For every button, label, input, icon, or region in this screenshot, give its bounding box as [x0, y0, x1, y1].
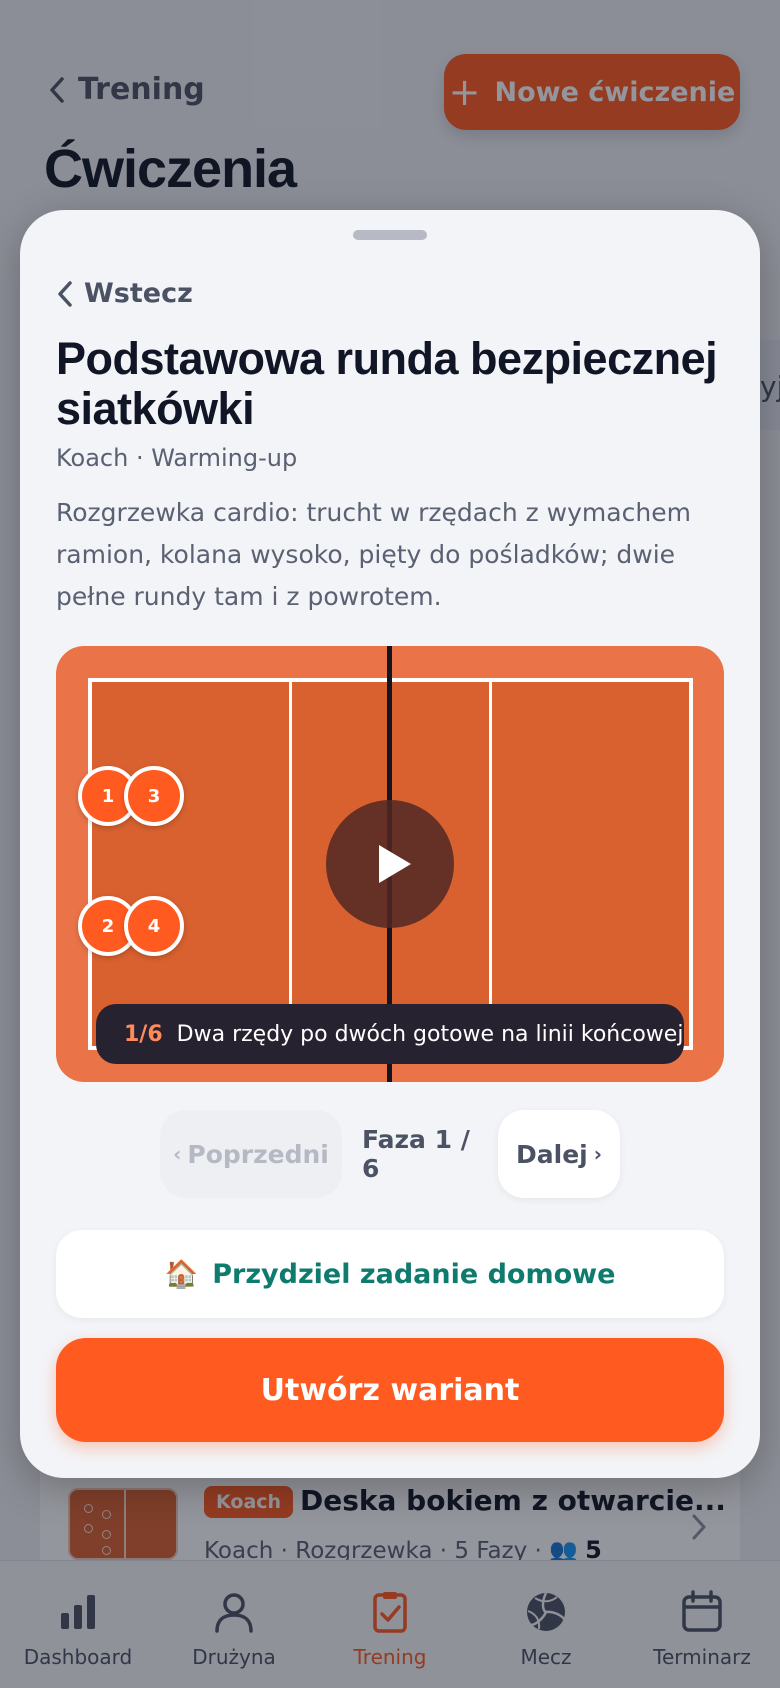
attack-line-right: [489, 682, 492, 1046]
back-label: Wstecz: [84, 278, 193, 309]
play-button[interactable]: [326, 800, 454, 928]
drill-detail-sheet: Wstecz Podstawowa runda bezpiecznej siat…: [20, 210, 760, 1478]
player-marker[interactable]: 3: [124, 766, 184, 826]
play-icon: [379, 845, 411, 883]
phase-indicator: Faza 1 / 6: [362, 1125, 470, 1183]
court-animation[interactable]: 1 3 2 4 1/6 Dwa rzędy po dwóch gotowe na…: [56, 646, 724, 1082]
next-phase-button[interactable]: Dalej ›: [498, 1110, 620, 1198]
previous-phase-button[interactable]: ‹ Poprzedni: [160, 1110, 342, 1198]
player-marker[interactable]: 4: [124, 896, 184, 956]
phase-counter: 1/6: [124, 1021, 163, 1047]
drag-handle[interactable]: [353, 230, 427, 240]
drill-title: Podstawowa runda bezpiecznej siatkówki: [56, 333, 718, 434]
create-variant-button[interactable]: Utwórz wariant: [56, 1338, 724, 1442]
attack-line-left: [289, 682, 292, 1046]
chevron-right-icon: ›: [593, 1142, 602, 1166]
phase-caption-text: Dwa rzędy po dwóch gotowe na linii końco…: [176, 1021, 684, 1047]
assign-homework-label: Przydziel zadanie domowe: [212, 1258, 616, 1290]
drill-meta: Koach · Warming-up: [56, 444, 298, 472]
phase-caption: 1/6 Dwa rzędy po dwóch gotowe na linii k…: [96, 1004, 684, 1064]
drill-description: Rozgrzewka cardio: trucht w rzędach z wy…: [56, 498, 691, 611]
next-label: Dalej: [516, 1139, 588, 1169]
phase-navigation: ‹ Poprzedni Faza 1 / 6 Dalej ›: [20, 1110, 760, 1198]
house-icon: 🏠: [164, 1259, 199, 1290]
assign-homework-button[interactable]: 🏠 Przydziel zadanie domowe: [56, 1230, 724, 1318]
chevron-left-icon: [58, 280, 72, 307]
back-button[interactable]: Wstecz: [56, 278, 193, 309]
previous-label: Poprzedni: [187, 1139, 329, 1169]
chevron-left-icon: ‹: [173, 1142, 182, 1166]
